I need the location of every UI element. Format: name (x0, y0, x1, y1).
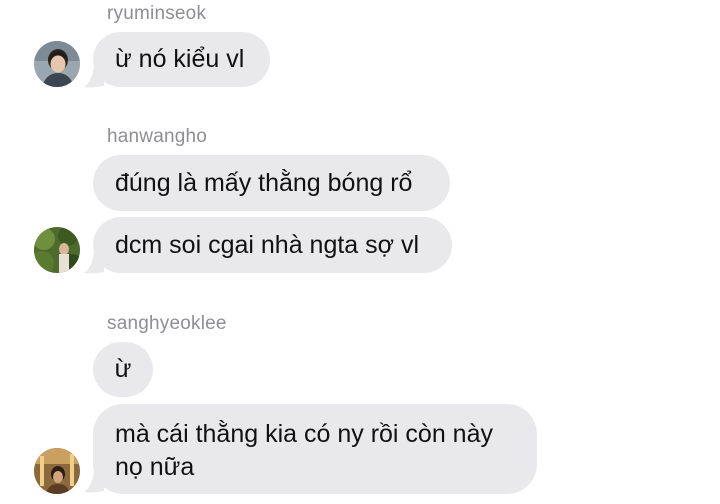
avatar-photo (34, 448, 80, 494)
avatar[interactable] (34, 227, 80, 273)
avatar-photo (34, 227, 80, 273)
avatar-photo (34, 41, 80, 87)
message-bubble[interactable]: ừ (93, 342, 153, 397)
avatar[interactable] (34, 41, 80, 87)
sender-name: hanwangho (107, 126, 208, 147)
sender-name: ryuminseok (107, 3, 207, 24)
message-bubble[interactable]: dcm soi cgai nhà ngta sợ vl (93, 217, 452, 273)
message-bubble[interactable]: mà cái thằng kia có ny rồi còn này nọ nữ… (93, 404, 537, 494)
sender-name: sanghyeoklee (107, 313, 227, 334)
message-bubble[interactable]: đúng là mấy thằng bóng rổ (93, 155, 450, 211)
message-bubble[interactable]: ừ nó kiểu vl (93, 32, 270, 87)
avatar[interactable] (34, 448, 80, 494)
